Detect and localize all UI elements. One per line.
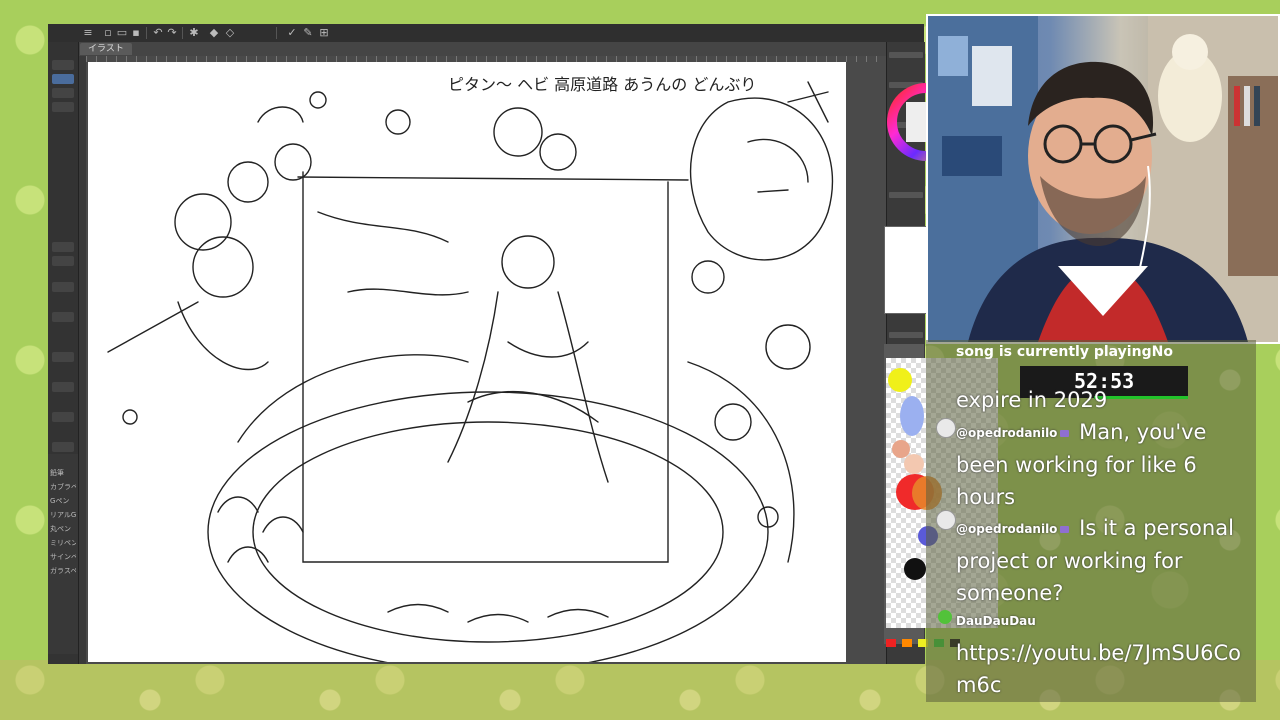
navigator-thumbnail[interactable]: [884, 226, 930, 314]
chat-message: DauDauDau https://youtu.be/7JmSU6Com6c: [956, 604, 1252, 701]
brush-item[interactable]: 丸ペン: [50, 524, 76, 535]
chat-message: @opedrodanilo Is it a personal project o…: [956, 512, 1252, 609]
redo-icon[interactable]: ↷: [166, 27, 178, 39]
tool-button[interactable]: [52, 382, 74, 392]
chat-username[interactable]: DauDauDau: [956, 614, 1036, 628]
chat-username[interactable]: @opedrodanilo: [956, 426, 1057, 440]
transform-icon[interactable]: ◇: [224, 27, 236, 39]
song-status-text: song is currently playingNo: [956, 344, 1173, 360]
pen-icon[interactable]: ✎: [302, 27, 314, 39]
document-tab-strip: イラスト: [78, 42, 924, 56]
settings-icon[interactable]: ✱: [188, 27, 200, 39]
tool-button[interactable]: [52, 60, 74, 70]
open-file-icon[interactable]: ▭: [116, 27, 128, 39]
tool-button[interactable]: [52, 242, 74, 252]
tool-button[interactable]: [52, 102, 74, 112]
sketch-handwriting: ピタン〜 ヘビ 高原道路 あうんの どんぶり: [448, 75, 756, 94]
document-tab[interactable]: イラスト: [80, 43, 132, 55]
swatch-yellow[interactable]: [888, 368, 912, 392]
tool-button[interactable]: [52, 282, 74, 292]
drawing-canvas[interactable]: ピタン〜 ヘビ 高原道路 あうんの どんぶり: [88, 62, 846, 673]
ruler-icon[interactable]: ⊞: [318, 27, 330, 39]
fill-icon[interactable]: ◆: [208, 27, 220, 39]
swatch-peach[interactable]: [904, 454, 924, 474]
brush-item[interactable]: リアルG: [50, 510, 76, 521]
chat-message-link[interactable]: https://youtu.be/7JmSU6Com6c: [956, 641, 1241, 697]
tool-button[interactable]: [52, 256, 74, 266]
chat-partial-line: expire in 2029: [956, 384, 1252, 416]
brush-item[interactable]: サインペン: [50, 552, 76, 563]
tool-button-active[interactable]: [52, 74, 74, 84]
tool-button[interactable]: [52, 352, 74, 362]
swatch-blue[interactable]: [900, 396, 924, 436]
chat-username[interactable]: @opedrodanilo: [956, 522, 1057, 536]
chat-partial-text: expire in 2029: [956, 388, 1108, 412]
chat-message: @opedrodanilo Man, you've been working f…: [956, 416, 1252, 513]
tool-button[interactable]: [52, 412, 74, 422]
sketch-drawing: ピタン〜 ヘビ 高原道路 あうんの どんぶり: [107, 75, 834, 673]
undo-icon[interactable]: ↶: [152, 27, 164, 39]
chat-avatar: [938, 610, 952, 624]
new-file-icon[interactable]: ▫: [102, 27, 114, 39]
brush-list: 鉛筆 カブラペン Gペン リアルG 丸ペン ミリペン サインペン ガラスペン: [48, 454, 78, 654]
brush-item[interactable]: ガラスペン: [50, 566, 76, 577]
tool-button[interactable]: [52, 442, 74, 452]
brush-item[interactable]: 鉛筆: [50, 468, 76, 479]
swatch-orange-square[interactable]: [902, 639, 913, 647]
tool-button[interactable]: [52, 312, 74, 322]
swatch-red-square[interactable]: [886, 639, 896, 647]
drawing-app-window: ≡ ▫ ▭ ▪ ↶ ↷ ✱ ◆ ◇ ✓ ✎ ⊞ イラスト 鉛筆 カブラペン Gペ…: [48, 24, 925, 673]
webcam-feed: [926, 14, 1280, 344]
save-icon[interactable]: ▪: [130, 27, 142, 39]
brush-item[interactable]: カブラペン: [50, 482, 76, 493]
menu-icon[interactable]: ≡: [82, 27, 94, 39]
streamer-video: [928, 16, 1278, 342]
badge-icon: [1060, 429, 1070, 437]
check-icon[interactable]: ✓: [286, 27, 298, 39]
canvas-area: ピタン〜 ヘビ 高原道路 あうんの どんぶり: [86, 62, 886, 673]
swatch-black[interactable]: [904, 558, 926, 580]
brush-item[interactable]: ミリペン: [50, 538, 76, 549]
brush-item[interactable]: Gペン: [50, 496, 76, 507]
top-toolbar: ≡ ▫ ▭ ▪ ↶ ↷ ✱ ◆ ◇ ✓ ✎ ⊞: [48, 24, 924, 43]
tool-button[interactable]: [52, 88, 74, 98]
chat-avatar: [936, 510, 956, 530]
chat-avatar: [936, 418, 956, 438]
badge-icon: [1060, 525, 1070, 533]
